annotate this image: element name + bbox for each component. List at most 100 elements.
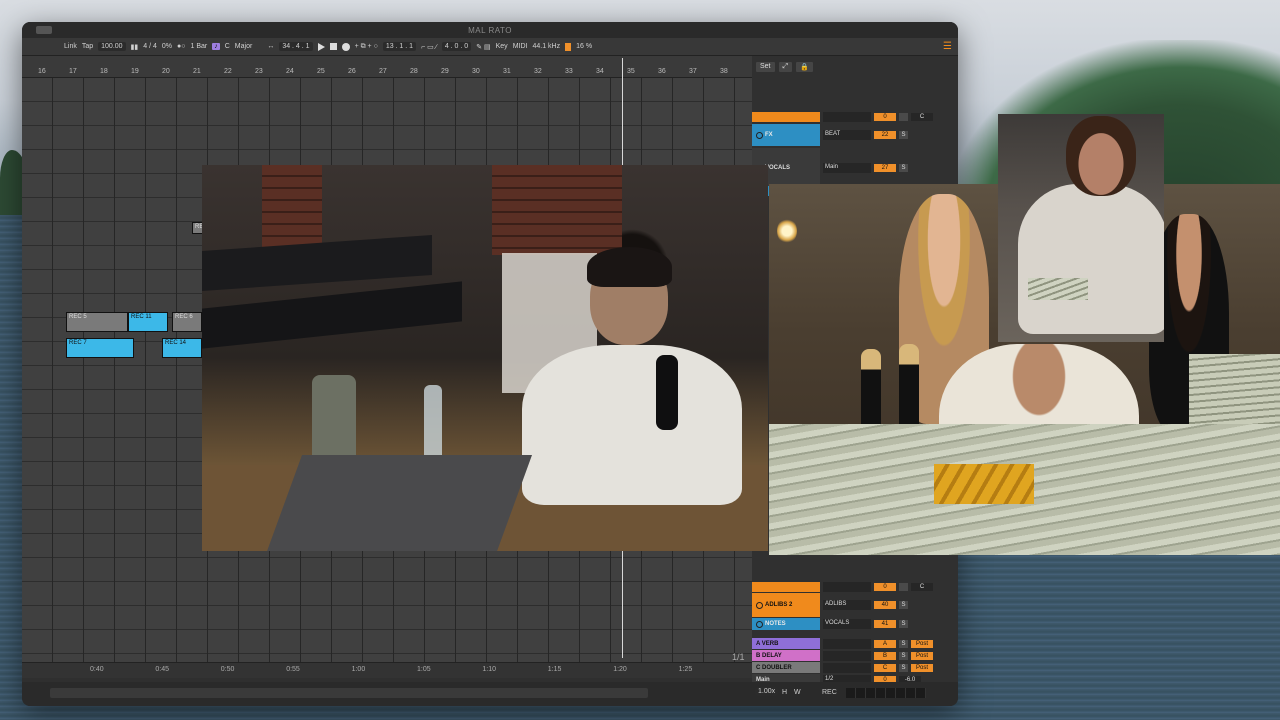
track-adlibs2-solo[interactable]: S [899, 601, 908, 609]
return-a-verb-solo[interactable]: S [899, 639, 908, 648]
tempo-field[interactable]: 100.00 [98, 42, 126, 51]
track-vocals-route[interactable]: Main [823, 163, 871, 173]
return-a-verb[interactable]: A VERB A S Post [752, 638, 958, 649]
bar-number: 28 [410, 68, 418, 75]
midi-map-button[interactable]: MIDI [513, 43, 528, 50]
track-top-route[interactable] [823, 112, 871, 122]
track-vocals-solo[interactable]: S [899, 164, 908, 172]
track-vocals-volume[interactable]: 27 [874, 164, 896, 172]
track-top-pan[interactable]: 0 [874, 113, 896, 121]
clip-rec7[interactable]: REC 7 [66, 338, 134, 358]
track-fx-route[interactable]: BEAT [823, 130, 871, 140]
return-b-delay-letter: B [874, 651, 896, 660]
return-c-doubler[interactable]: C DOUBLER C S Post [752, 662, 958, 673]
time-signature[interactable]: 4 / 4 [143, 43, 157, 50]
page-indicator: 1/1 [732, 652, 745, 662]
track-vocals[interactable]: VOCALS Main 27 S [752, 148, 958, 188]
clip-rec14[interactable]: REC 14 [162, 338, 202, 358]
horizontal-scrollbar[interactable] [50, 688, 648, 698]
track-notes-solo[interactable]: S [899, 620, 908, 628]
track-fx-name[interactable]: FX [752, 124, 820, 146]
lock-icon[interactable]: 🔒 [796, 62, 813, 72]
return-a-verb-route[interactable] [823, 638, 871, 649]
track-top[interactable]: 0 C [752, 112, 958, 122]
track-pre-adlibs-color [752, 582, 820, 592]
fold-icon[interactable] [756, 620, 763, 628]
track-adlibs2[interactable]: ADLIBS 2 ADLIBS 40 S [752, 593, 958, 617]
track-pre-adlibs-route[interactable] [823, 582, 871, 592]
overdub-icon[interactable]: + ⧉ + ○ [355, 43, 378, 51]
track-pre-adlibs-pan[interactable]: 0 [874, 583, 896, 591]
track-notes-name[interactable]: NOTES [752, 618, 820, 630]
return-b-delay-solo[interactable]: S [899, 651, 908, 660]
play-icon[interactable] [317, 42, 325, 51]
time-label: 0:40 [90, 666, 104, 673]
track-notes[interactable]: NOTES VOCALS 41 S [752, 618, 958, 630]
return-c-doubler-name[interactable]: C DOUBLER [752, 662, 820, 673]
menu-icon[interactable]: ☰ [943, 41, 952, 52]
return-a-verb-post[interactable]: Post [911, 639, 933, 648]
track-fx-volume[interactable]: 22 [874, 131, 896, 139]
track-adlibs2-route[interactable]: ADLIBS [823, 600, 871, 610]
track-notes-volume[interactable]: 41 [874, 620, 896, 628]
expand-icon[interactable]: ⤢ [778, 62, 793, 72]
streamer-body [1018, 184, 1164, 334]
fold-icon[interactable] [756, 601, 763, 609]
clip-rec5[interactable]: REC 5 [66, 312, 128, 332]
groove-amount[interactable]: 0% [162, 43, 172, 50]
time-label: 0:55 [286, 666, 300, 673]
tap-button[interactable]: Tap [82, 43, 93, 50]
scale-mode-icon[interactable]: ♪ [212, 43, 220, 50]
link-button[interactable]: Link [64, 43, 77, 50]
zoom-level[interactable]: 1.00x [755, 687, 779, 696]
follow-icon[interactable]: ↔ [267, 43, 274, 50]
bar-number: 22 [224, 68, 232, 75]
cpu-load: 16 % [576, 43, 593, 50]
time-label: 1:25 [678, 666, 693, 673]
return-b-delay-route[interactable] [823, 650, 871, 661]
scale-select[interactable]: Major [235, 43, 253, 50]
track-fx[interactable]: FX BEAT 22 S [752, 124, 958, 146]
clip-rec11[interactable]: REC 11 [128, 312, 168, 332]
time-ruler[interactable]: 0:40 0:45 0:50 0:55 1:00 1:05 1:10 1:15 1:20 1:25 [22, 662, 752, 678]
return-b-delay-name[interactable]: B DELAY [752, 650, 820, 661]
level-meter [846, 688, 926, 698]
window-icon[interactable] [36, 26, 52, 34]
key-select[interactable]: C [225, 43, 230, 50]
return-b-delay[interactable]: B DELAY B S Post [752, 650, 958, 661]
track-adlibs2-name[interactable]: ADLIBS 2 [752, 593, 820, 617]
track-top-s-spacer [899, 113, 908, 121]
stop-icon[interactable] [329, 43, 337, 50]
track-notes-route[interactable]: VOCALS [823, 619, 871, 629]
beat-ruler[interactable]: 16 17 18 19 20 21 22 23 24 25 26 27 28 29 30 31 32 33 34 35… [22, 56, 752, 78]
time-label: 1:15 [547, 666, 562, 673]
return-b-delay-post[interactable]: Post [911, 651, 933, 660]
return-a-verb-name[interactable]: A VERB [752, 638, 820, 649]
track-pre-adlibs-c[interactable]: C [911, 583, 933, 591]
loop-start[interactable]: 13 . 1 . 1 [382, 42, 417, 51]
quantize-select[interactable]: 1 Bar [191, 43, 208, 50]
draw-mode-icon[interactable]: ✎ ▤ [476, 43, 490, 51]
track-adlibs2-volume[interactable]: 40 [874, 601, 896, 609]
h-toggle[interactable]: H [782, 689, 787, 696]
loop-length[interactable]: 4 . 0 . 0 [441, 42, 472, 51]
metronome-icon[interactable]: ▮▮ [131, 43, 139, 51]
record-icon[interactable] [341, 42, 350, 51]
key-map-button[interactable]: Key [496, 43, 508, 50]
w-toggle[interactable]: W [794, 689, 801, 696]
status-bar: 1.00x H W REC [22, 682, 958, 706]
time-label: 0:45 [155, 666, 170, 673]
fold-icon[interactable] [756, 131, 763, 139]
return-c-doubler-solo[interactable]: S [899, 663, 908, 672]
set-button[interactable]: Set [756, 62, 775, 72]
track-fx-solo[interactable]: S [899, 131, 908, 139]
bar-number: 21 [193, 68, 201, 75]
clip-rec6[interactable]: REC 6 [172, 312, 202, 332]
record-quantize-icon[interactable]: ●○ [177, 43, 185, 50]
return-c-doubler-post[interactable]: Post [911, 663, 933, 672]
song-position[interactable]: 34 . 4 . 1 [279, 42, 313, 51]
track-top-c[interactable]: C [911, 113, 933, 121]
track-pre-adlibs[interactable]: 0 C [752, 582, 958, 592]
loop-icon[interactable]: ⌐ ▭ ∕ [421, 43, 437, 51]
return-c-doubler-route[interactable] [823, 662, 871, 673]
